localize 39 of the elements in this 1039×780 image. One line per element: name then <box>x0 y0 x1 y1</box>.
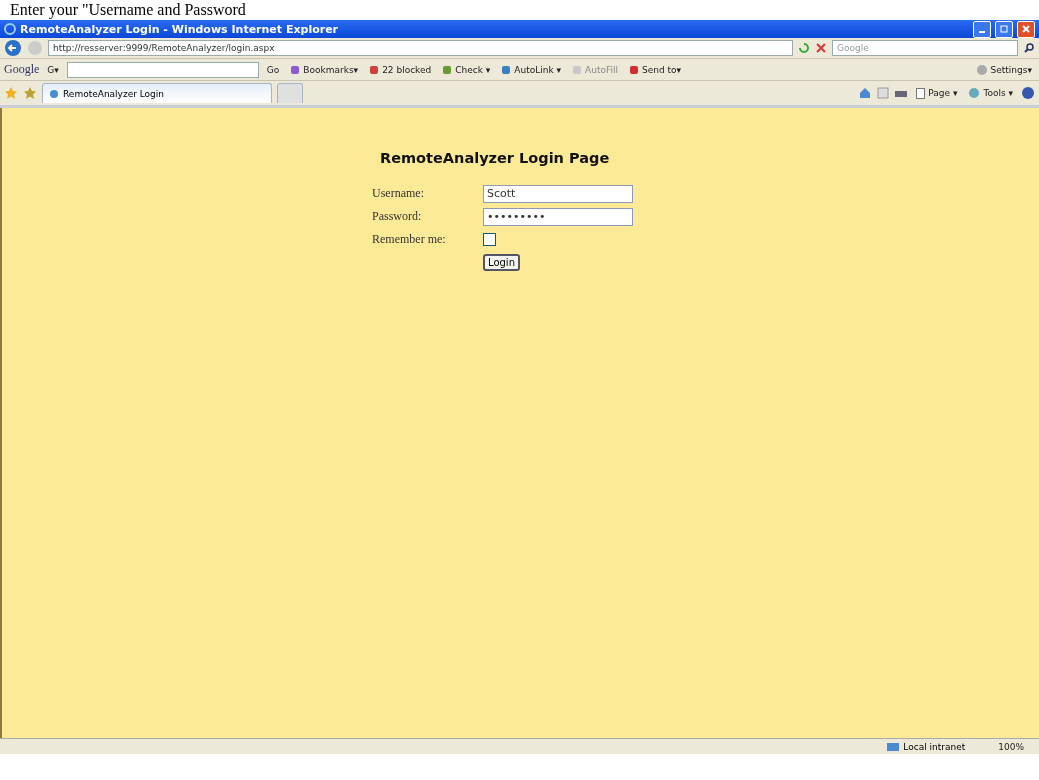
username-field[interactable]: Scott <box>483 184 633 203</box>
command-button[interactable]: Tools ▾ <box>965 87 1016 99</box>
back-icon[interactable] <box>4 39 22 57</box>
settings-button[interactable]: Settings▾ <box>972 63 1035 76</box>
search-icon[interactable] <box>1023 42 1035 54</box>
google-logo: Google <box>4 62 40 77</box>
stop-icon[interactable] <box>815 42 827 54</box>
toolbar-button[interactable]: Send to▾ <box>625 64 685 75</box>
refresh-icon[interactable] <box>798 42 810 54</box>
toolbar-search-field[interactable] <box>66 61 259 78</box>
login-button[interactable]: Login <box>483 254 520 271</box>
caption-text: Enter your "Username and Password <box>10 1 246 18</box>
restore-button[interactable] <box>995 20 1013 38</box>
toolbar-button[interactable]: 22 blocked <box>366 64 435 75</box>
browser-tab[interactable]: RemoteAnalyzer Login <box>42 83 272 103</box>
go-button[interactable]: Go <box>263 64 283 75</box>
address-field[interactable]: http://resserver:9999/RemoteAnalyzer/login.aspx <box>48 40 793 56</box>
remember-checkbox[interactable] <box>483 233 496 246</box>
field-label: Password: <box>372 209 423 224</box>
field-label: Remember me: <box>372 232 447 247</box>
zoom-button[interactable]: 100% <box>995 741 1027 752</box>
minimize-button[interactable] <box>973 20 991 38</box>
password-field[interactable]: ••••••••• <box>483 207 633 226</box>
command-button[interactable]: Page ▾ <box>913 87 961 99</box>
toolbar-button[interactable]: Bookmarks▾ <box>287 64 362 75</box>
add-favorite-icon[interactable] <box>23 86 37 100</box>
favorites-star-icon[interactable] <box>4 86 18 100</box>
restore-icon <box>1000 25 1008 33</box>
home-icon[interactable] <box>858 86 873 100</box>
toolbar-button[interactable]: AutoLink ▾ <box>498 64 565 75</box>
search-menu-button[interactable]: G▾ <box>44 64 62 75</box>
toolbar-button[interactable]: Check ▾ <box>439 64 494 75</box>
close-button[interactable] <box>1017 20 1035 38</box>
security-zone: Local intranet <box>903 741 966 752</box>
window-title: RemoteAnalyzer Login - Windows Internet Explorer <box>20 22 340 36</box>
field-label: Username: <box>372 186 425 201</box>
new-tab-button[interactable] <box>277 83 303 103</box>
page-heading: RemoteAnalyzer Login Page <box>380 150 611 166</box>
close-icon <box>1022 25 1030 33</box>
